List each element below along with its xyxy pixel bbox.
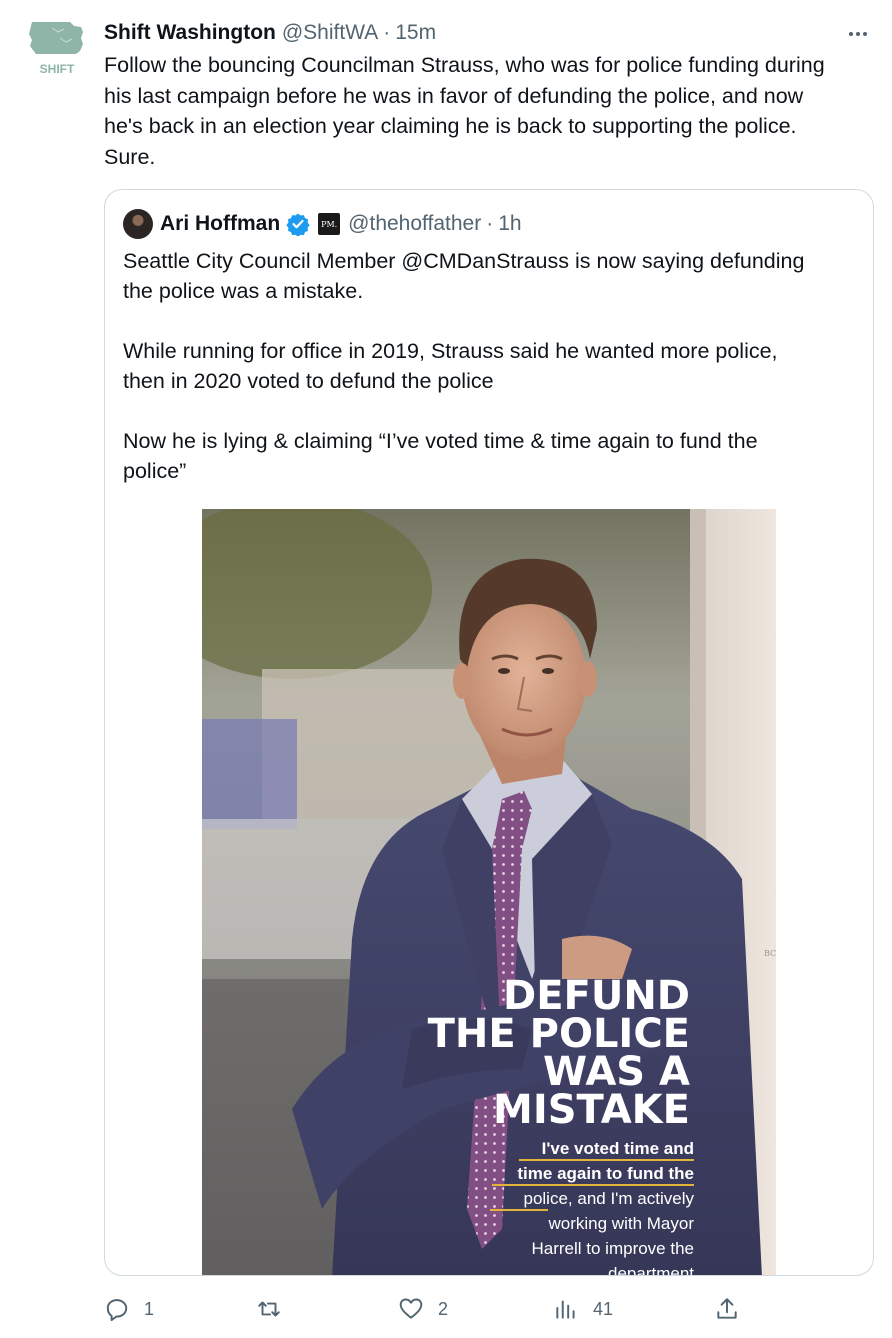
- header-separator: ·: [383, 21, 391, 44]
- quote-author-avatar[interactable]: [123, 209, 153, 239]
- quote-author-handle[interactable]: @thehoffather: [348, 212, 481, 236]
- share-button[interactable]: [714, 1290, 740, 1328]
- tweet-header: Shift Washington @ShiftWA · 15m: [104, 18, 436, 48]
- avatar-label: SHIFT: [40, 62, 75, 76]
- like-count: 2: [438, 1298, 449, 1319]
- views-button[interactable]: 41: [553, 1290, 613, 1328]
- views-count: 41: [593, 1298, 614, 1319]
- image-caption-line-1: I've voted time and: [542, 1139, 694, 1158]
- author-name[interactable]: Shift Washington: [104, 21, 276, 45]
- reply-button[interactable]: 1: [104, 1290, 154, 1328]
- quote-separator: ·: [486, 212, 494, 235]
- quote-time[interactable]: 1h: [498, 212, 521, 236]
- like-icon: [399, 1298, 423, 1319]
- verified-badge-icon: [286, 213, 310, 236]
- author-handle[interactable]: @ShiftWA: [282, 21, 378, 45]
- retweet-button[interactable]: [256, 1290, 296, 1328]
- image-caption-line-6: department: [608, 1264, 694, 1276]
- shift-washington-avatar[interactable]: SHIFT: [26, 18, 88, 80]
- quote-image[interactable]: BC DEFUND THE POLICE WAS A MISTAKE I've …: [202, 509, 776, 1276]
- tweet-card[interactable]: SHIFT Shift Washington @ShiftWA · 15m Fo…: [0, 0, 892, 1338]
- image-caption-line-5: Harrell to improve the: [531, 1239, 694, 1258]
- image-headline-line-4: MISTAKE: [493, 1087, 690, 1133]
- quoted-tweet[interactable]: Ari Hoffman PM. @thehoffather · 1h Seatt…: [104, 189, 874, 1276]
- reply-icon: [106, 1299, 128, 1322]
- image-caption-line-2: time again to fund the: [517, 1164, 694, 1183]
- share-icon: [717, 1298, 737, 1319]
- quote-text: Seattle City Council Member @CMDanStraus…: [123, 249, 805, 483]
- reply-count: 1: [144, 1298, 155, 1319]
- tweet-time[interactable]: 15m: [395, 21, 436, 45]
- action-bar: 1 2 41: [0, 1290, 892, 1330]
- quote-header: Ari Hoffman PM. @thehoffather · 1h: [123, 209, 522, 239]
- like-button[interactable]: 2: [398, 1290, 448, 1328]
- image-caption-line-4: working with Mayor: [548, 1214, 695, 1233]
- views-icon: [556, 1300, 575, 1319]
- tweet-text: Follow the bouncing Councilman Strauss, …: [104, 53, 825, 169]
- affiliate-badge: PM.: [318, 213, 341, 235]
- more-icon[interactable]: [844, 20, 872, 48]
- quote-author-name[interactable]: Ari Hoffman: [160, 212, 280, 236]
- retweet-icon: [258, 1301, 280, 1317]
- image-caption-line-3: police, and I'm actively: [524, 1189, 695, 1208]
